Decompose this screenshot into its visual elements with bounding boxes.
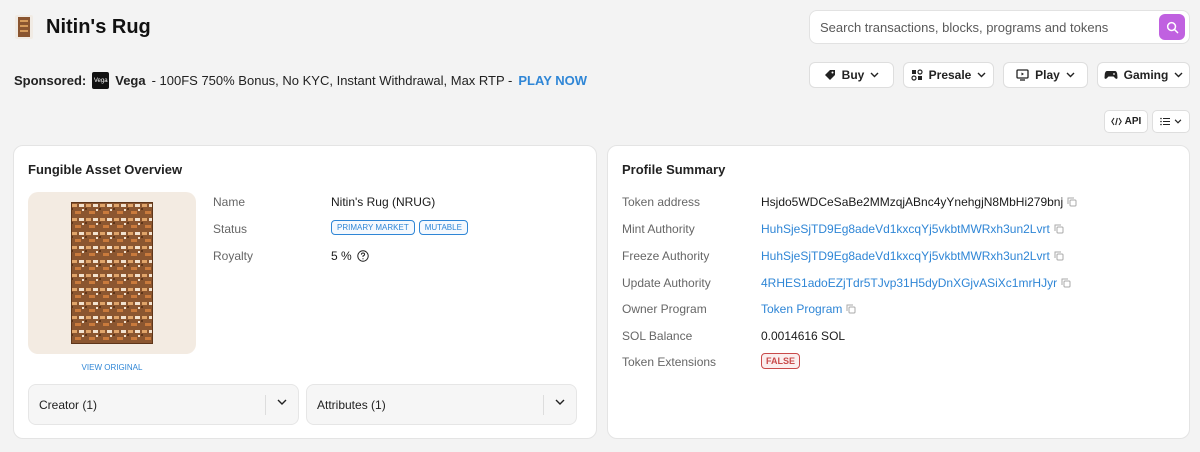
freeze-authority-label: Freeze Authority — [622, 249, 710, 263]
update-authority-value-row: 4RHES1adoEZjTdr5TJvp31H5dyDnXGjvASiXc1mr… — [761, 276, 1071, 290]
search-icon — [1166, 21, 1178, 33]
gaming-button[interactable]: Gaming — [1097, 62, 1190, 88]
status-label: Status — [213, 222, 248, 236]
list-icon — [1160, 117, 1170, 126]
api-button[interactable]: API — [1104, 110, 1148, 133]
search-input[interactable] — [820, 19, 1159, 35]
gamepad-icon — [1104, 71, 1118, 79]
owner-program-link[interactable]: Token Program — [761, 302, 842, 316]
owner-program-value-row: Token Program — [761, 302, 856, 316]
token-extensions-row: Token Extensions — [622, 355, 716, 369]
sponsor-brand: Vega — [115, 73, 146, 88]
attributes-accordion[interactable]: Attributes (1) — [306, 384, 577, 425]
overview-title: Fungible Asset Overview — [28, 162, 183, 177]
asset-image[interactable] — [28, 192, 196, 354]
code-icon — [1110, 117, 1122, 126]
monitor-icon — [1016, 69, 1029, 81]
profile-summary-card: Profile Summary Token address Hsjdo5WDCe… — [607, 145, 1190, 439]
sponsored-label: Sponsored: — [14, 73, 87, 88]
rug-image — [71, 202, 153, 344]
gaming-label: Gaming — [1123, 68, 1169, 82]
name-row: Name — [213, 195, 245, 209]
freeze-authority-row: Freeze Authority — [622, 249, 709, 263]
sol-balance-label: SOL Balance — [622, 329, 693, 343]
sol-balance-row: SOL Balance — [622, 329, 692, 343]
list-view-button[interactable] — [1152, 110, 1190, 133]
rug-thumbnail-icon — [15, 15, 33, 39]
copy-icon[interactable] — [1067, 197, 1077, 207]
chevron-down-icon — [1174, 72, 1183, 78]
name-value-row: Nitin's Rug (NRUG) — [331, 195, 435, 209]
royalty-value-row: 5 % — [331, 249, 369, 263]
copy-icon[interactable] — [846, 304, 856, 314]
mint-authority-value-row: HuhSjeSjTD9Eg8adeVd1kxcqYj5vkbtMWRxh3un2… — [761, 222, 1064, 236]
buy-label: Buy — [841, 68, 865, 82]
owner-program-row: Owner Program — [622, 302, 707, 316]
freeze-authority-value-row: HuhSjeSjTD9Eg8adeVd1kxcqYj5vkbtMWRxh3un2… — [761, 249, 1064, 263]
vega-logo: Vega — [92, 72, 110, 89]
presale-button[interactable]: Presale — [903, 62, 994, 88]
page-title: Nitin's Rug — [46, 15, 151, 38]
presale-icon — [911, 69, 923, 81]
api-label: API — [1124, 116, 1142, 127]
token-address-value[interactable]: Hsjdo5WDCeSaBe2MMzqjABnc4yYnehgjN8MbHi27… — [761, 195, 1063, 209]
royalty-label: Royalty — [213, 249, 254, 263]
buy-button[interactable]: Buy — [809, 62, 894, 88]
copy-icon[interactable] — [1054, 224, 1064, 234]
royalty-row: Royalty — [213, 249, 253, 263]
presale-label: Presale — [928, 68, 972, 82]
tag-icon — [824, 70, 835, 80]
divider — [543, 395, 544, 415]
asset-overview-card: Fungible Asset Overview VIEW ORIGINAL Na… — [13, 145, 597, 439]
sponsored-banner: Sponsored: Vega Vega - 100FS 750% Bonus,… — [14, 72, 587, 89]
mint-authority-label: Mint Authority — [622, 222, 695, 236]
sponsor-text: - 100FS 750% Bonus, No KYC, Instant With… — [151, 73, 513, 88]
token-address-value-row: Hsjdo5WDCeSaBe2MMzqjABnc4yYnehgjN8MbHi27… — [761, 195, 1077, 209]
status-badges: PRIMARY MARKET MUTABLE — [331, 220, 472, 235]
chevron-down-icon — [870, 72, 879, 78]
play-label: Play — [1035, 68, 1060, 82]
mint-authority-row: Mint Authority — [622, 222, 695, 236]
owner-program-label: Owner Program — [622, 302, 707, 316]
sol-balance-value-row: 0.0014616 SOL — [761, 329, 845, 343]
name-value: Nitin's Rug (NRUG) — [331, 195, 436, 209]
token-extensions-value-row: FALSE — [761, 353, 801, 369]
page-header: Nitin's Rug — [14, 14, 151, 40]
status-badge: MUTABLE — [418, 220, 468, 235]
chevron-down-icon — [555, 399, 565, 405]
creator-accordion[interactable]: Creator (1) — [28, 384, 299, 425]
status-badge: PRIMARY MARKET — [331, 220, 415, 235]
play-now-link[interactable]: PLAY NOW — [518, 73, 587, 88]
chevron-down-icon — [1174, 119, 1182, 124]
chevron-down-icon — [977, 72, 986, 78]
update-authority-row: Update Authority — [622, 276, 711, 290]
view-original-link[interactable]: VIEW ORIGINAL — [28, 363, 196, 372]
creator-label: Creator (1) — [39, 397, 98, 412]
update-authority-label: Update Authority — [622, 276, 711, 290]
help-icon[interactable] — [356, 250, 369, 262]
profile-title: Profile Summary — [622, 162, 726, 177]
freeze-authority-link[interactable]: HuhSjeSjTD9Eg8adeVd1kxcqYj5vkbtMWRxh3un2… — [761, 249, 1050, 263]
token-address-row: Token address — [622, 195, 700, 209]
status-row: Status — [213, 222, 247, 236]
divider — [265, 395, 266, 415]
chevron-down-icon — [277, 399, 287, 405]
chevron-down-icon — [1066, 72, 1075, 78]
token-extensions-label: Token Extensions — [622, 355, 717, 369]
attributes-label: Attributes (1) — [317, 397, 386, 412]
token-address-label: Token address — [622, 195, 701, 209]
update-authority-link[interactable]: 4RHES1adoEZjTdr5TJvp31H5dyDnXGjvASiXc1mr… — [761, 276, 1057, 290]
sol-balance-value: 0.0014616 SOL — [761, 329, 846, 343]
copy-icon[interactable] — [1054, 251, 1064, 261]
search-bar — [809, 10, 1190, 44]
search-button[interactable] — [1159, 14, 1185, 40]
mint-authority-link[interactable]: HuhSjeSjTD9Eg8adeVd1kxcqYj5vkbtMWRxh3un2… — [761, 222, 1050, 236]
copy-icon[interactable] — [1061, 278, 1071, 288]
royalty-value: 5 % — [331, 249, 352, 263]
play-button[interactable]: Play — [1003, 62, 1088, 88]
token-extensions-badge: FALSE — [761, 353, 801, 369]
name-label: Name — [213, 195, 246, 209]
